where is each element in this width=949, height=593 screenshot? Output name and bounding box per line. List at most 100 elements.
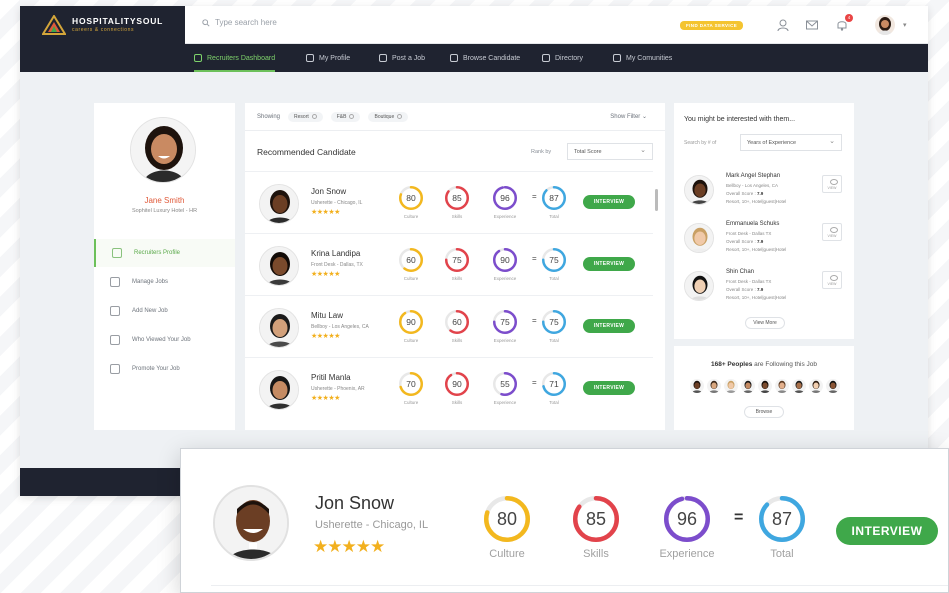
suggestion-tags: Resort, 10+, Hotel|guest|Hotel — [726, 247, 787, 252]
search-bar[interactable]: Type search here — [202, 18, 277, 27]
side-item-who-viewed[interactable]: Who Viewed Your Job — [94, 325, 235, 354]
notifications-button[interactable]: 4 — [835, 14, 853, 32]
nav-recruiters-dashboard[interactable]: Recruiters Dashboard — [194, 44, 276, 72]
suggestion-name[interactable]: Mark Angel Stephan — [726, 173, 780, 179]
nav-post-a-job[interactable]: Post a Job — [379, 44, 425, 72]
candidate-avatar[interactable] — [259, 370, 299, 410]
side-item-recruiters-profile[interactable]: Recruiters Profile — [94, 239, 235, 267]
interview-button[interactable]: INTERVIEW — [583, 319, 635, 333]
filter-chip-boutique[interactable]: Boutique — [368, 111, 409, 122]
candidate-name[interactable]: Jon Snow — [311, 187, 346, 196]
candidate-name[interactable]: Mitu Law — [311, 311, 343, 320]
view-profile-button[interactable]: VIEW — [822, 271, 842, 289]
suggestions-title: You might be interested with them... — [684, 116, 796, 123]
suggestion-item[interactable]: Mark Angel Stephan Bellboy - Los Angeles… — [674, 169, 854, 217]
side-item-promote-job[interactable]: Promote Your Job — [94, 354, 235, 383]
person-photo — [758, 379, 772, 393]
nav-my-communities[interactable]: My Comunities — [613, 44, 672, 72]
remove-chip-icon[interactable] — [397, 114, 403, 119]
suggestion-item[interactable]: Shin Chan Front Desk - Dallas TX Overall… — [674, 265, 854, 313]
candidate-avatar[interactable] — [259, 308, 299, 348]
profile-side-menu: Recruiters Profile Manage Jobs Add New J… — [94, 239, 235, 383]
suggestion-name[interactable]: Shin Chan — [726, 269, 754, 275]
score-label: Overall Score : — [726, 287, 756, 292]
list-scrollbar[interactable] — [655, 189, 658, 211]
mail-icon[interactable] — [805, 18, 819, 32]
candidate-row[interactable]: Pritil Manla Usherette - Phoenix, AR ★★★… — [245, 357, 653, 419]
candidate-role-location: Usherette - Phoenix, AR — [311, 386, 365, 392]
nav-browse-candidate[interactable]: Browse Candidate — [450, 44, 520, 72]
nav-my-profile[interactable]: My Profile — [306, 44, 350, 72]
browse-button[interactable]: Browse — [744, 406, 784, 418]
candidate-avatar[interactable] — [259, 246, 299, 286]
follower-avatar[interactable] — [792, 379, 806, 393]
experience-select[interactable]: Years of Experience — [740, 134, 842, 151]
remove-chip-icon[interactable] — [311, 114, 317, 119]
score-value: 90 — [452, 379, 462, 389]
filter-chip-resort[interactable]: Resort — [288, 111, 323, 122]
candidate-row[interactable]: Jon Snow Usherette - Chicago, IL ★★★★★ =… — [245, 171, 653, 233]
candidate-row[interactable]: Krina Landipa Front Desk - Dallas, TX ★★… — [245, 233, 653, 295]
account-avatar[interactable] — [875, 15, 895, 35]
interview-button[interactable]: INTERVIEW — [583, 381, 635, 395]
zoomed-candidate-card: Jon Snow Usherette - Chicago, IL ★★★★★ 8… — [180, 448, 949, 593]
follower-avatar[interactable] — [707, 379, 721, 393]
follower-avatar[interactable] — [809, 379, 823, 393]
score-label: Experience — [659, 548, 715, 560]
view-profile-button[interactable]: VIEW — [822, 223, 842, 241]
candidate-name[interactable]: Jon Snow — [315, 493, 394, 514]
avatar-woman-icon — [875, 15, 895, 35]
follower-avatar[interactable] — [758, 379, 772, 393]
side-item-manage-jobs[interactable]: Manage Jobs — [94, 267, 235, 296]
score-value: 87 — [549, 193, 559, 203]
profile-icon — [306, 54, 314, 62]
score-ring-culture: 80 Culture — [399, 186, 423, 219]
side-item-add-new-job[interactable]: Add New Job — [94, 296, 235, 325]
suggestion-tags: Resort, 10+, Hotel|guest|Hotel — [726, 295, 787, 300]
filter-chip-fb[interactable]: F&B — [330, 111, 361, 122]
suggestion-name[interactable]: Emmanuela Schuks — [726, 221, 779, 227]
view-more-button[interactable]: View More — [745, 317, 785, 329]
candidate-row[interactable]: Mitu Law Bellboy - Los Angeles, CA ★★★★★… — [245, 295, 653, 357]
equals-sign: = — [532, 378, 537, 387]
follower-avatar[interactable] — [724, 379, 738, 393]
service-badge[interactable]: FIND DATA SERVICE — [680, 21, 744, 30]
follower-avatar[interactable] — [690, 379, 704, 393]
show-filter-toggle[interactable]: Show Filter ⌄ — [610, 113, 647, 120]
candidate-avatar[interactable] — [259, 184, 299, 224]
score-label: Skills — [451, 400, 463, 405]
section-title: Recommended Candidate — [257, 147, 356, 157]
brand-logo[interactable]: HOSPITALITYSOUL careers & connections — [20, 6, 185, 44]
score-value: 80 — [406, 193, 416, 203]
candidate-name[interactable]: Krina Landipa — [311, 249, 360, 258]
follower-avatars — [690, 379, 840, 393]
follower-avatar[interactable] — [741, 379, 755, 393]
follower-avatar[interactable] — [775, 379, 789, 393]
candidate-name[interactable]: Pritil Manla — [311, 373, 351, 382]
follower-avatar[interactable] — [826, 379, 840, 393]
suggestion-avatar[interactable] — [684, 175, 714, 205]
person-photo — [724, 379, 738, 393]
account-menu-caret-icon[interactable]: ▾ — [903, 21, 907, 29]
candidate-rating: ★★★★★ — [311, 395, 340, 402]
interview-button[interactable]: INTERVIEW — [836, 517, 938, 545]
suggestions-card: You might be interested with them... Sea… — [674, 103, 854, 339]
score-ring-experience: 90 Experience — [493, 248, 517, 281]
score-label: Total — [549, 400, 559, 405]
score-value: 7.9 — [757, 191, 764, 196]
suggestion-avatar[interactable] — [684, 271, 714, 301]
rank-by-select[interactable]: Total Score — [567, 143, 653, 160]
user-icon[interactable] — [776, 18, 790, 32]
score-value: 85 — [585, 509, 607, 529]
candidate-role-location: Bellboy - Los Angeles, CA — [311, 324, 369, 330]
notification-count: 4 — [845, 14, 853, 22]
nav-directory[interactable]: Directory — [542, 44, 583, 72]
suggestion-item[interactable]: Emmanuela Schuks Front Desk - Dallas TX … — [674, 217, 854, 265]
remove-chip-icon[interactable] — [349, 114, 355, 119]
interview-button[interactable]: INTERVIEW — [583, 195, 635, 209]
interview-button[interactable]: INTERVIEW — [583, 257, 635, 271]
brand-name: HOSPITALITYSOUL — [72, 16, 164, 27]
suggestion-avatar[interactable] — [684, 223, 714, 253]
view-profile-button[interactable]: VIEW — [822, 175, 842, 193]
score-label: Skills — [451, 276, 463, 281]
